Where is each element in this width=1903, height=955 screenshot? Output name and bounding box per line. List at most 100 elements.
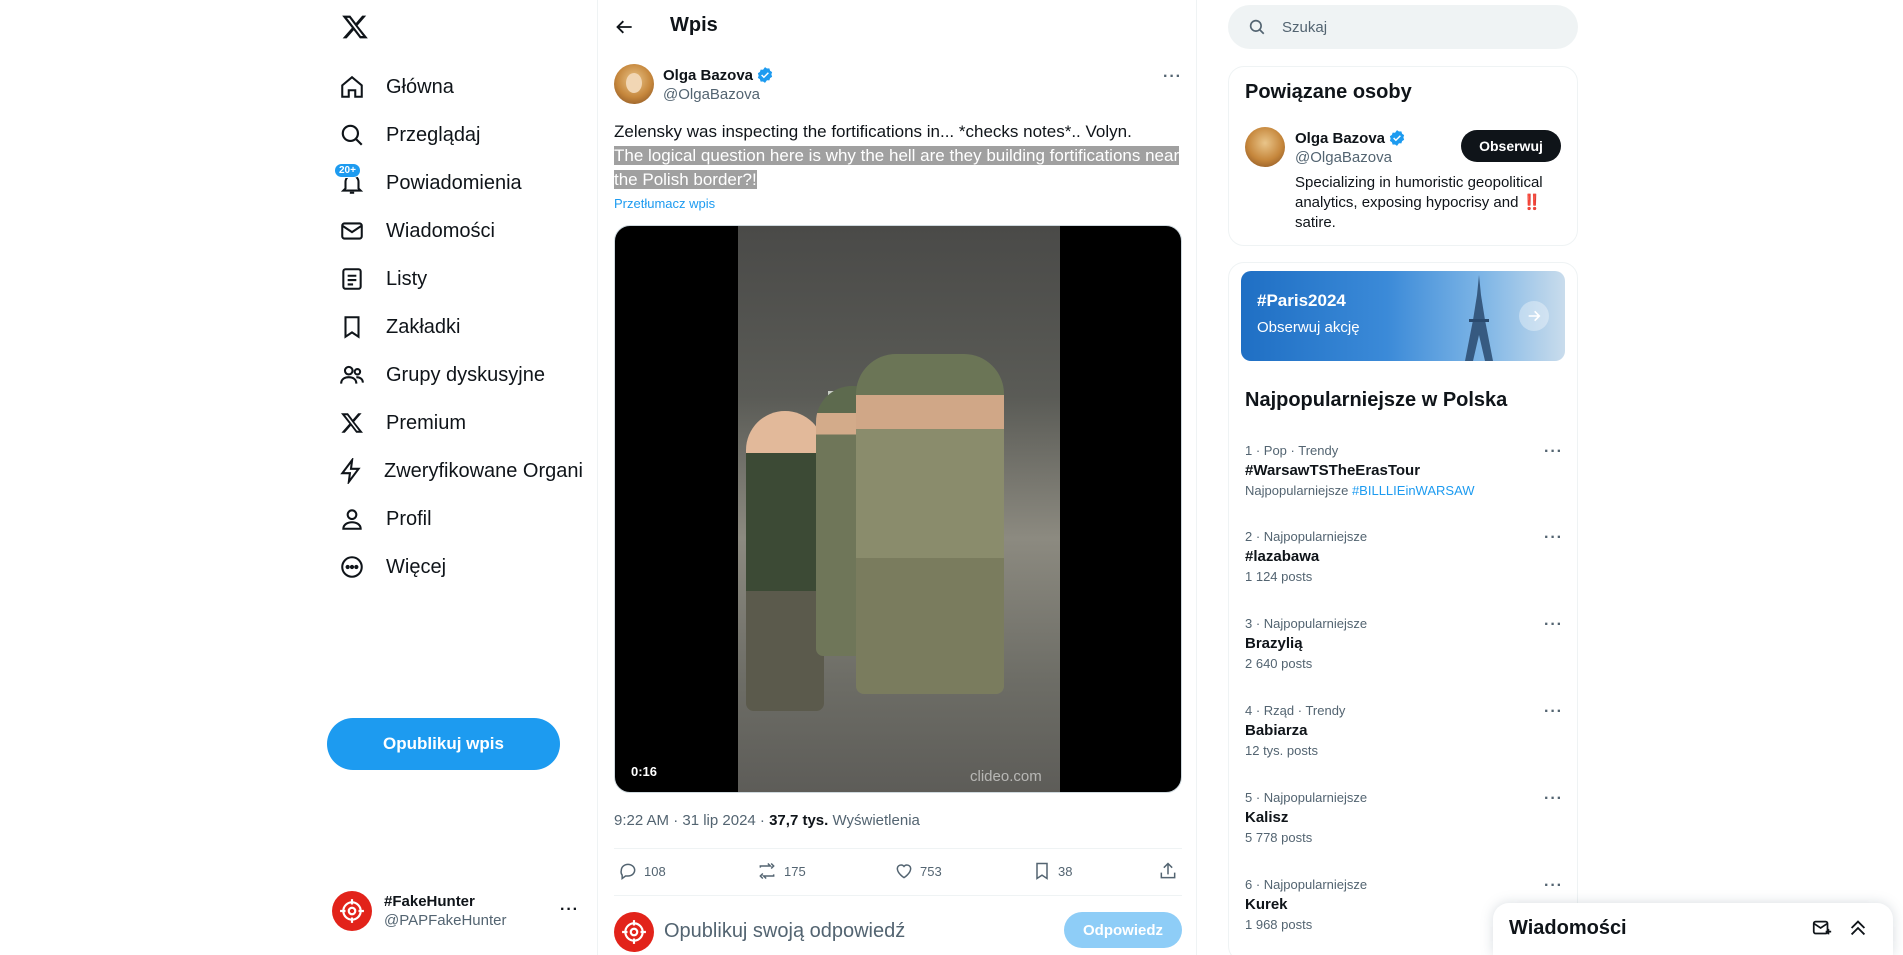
person-icon (338, 505, 366, 533)
nav-lists[interactable]: Listy (322, 254, 582, 304)
nav-notifications[interactable]: 20+ Powiadomienia (322, 158, 582, 208)
nav-bookmarks[interactable]: Zakładki (322, 302, 582, 352)
trend-count-label: Najpopularniejsze (1245, 483, 1352, 498)
follow-button[interactable]: Obserwuj (1461, 130, 1561, 162)
trend-count: Najpopularniejsze #BILLLIEinWARSAW (1245, 483, 1563, 498)
more-icon[interactable]: ··· (1544, 529, 1563, 547)
search-icon (338, 121, 366, 149)
page-header: Wpis (598, 0, 1196, 53)
promo-title: #Paris2024 (1257, 291, 1346, 310)
trend-meta: 3 · Najpopularniejsze (1245, 616, 1368, 631)
search-input[interactable]: Szukaj (1228, 5, 1578, 49)
trend-name: #lazabawa (1245, 548, 1320, 565)
tweet-text-highlighted: The logical question here is why the hel… (614, 146, 1180, 189)
related-name[interactable]: Olga Bazova (1295, 130, 1385, 147)
main-column: Wpis Olga Bazova @OlgaBazova ··· Zelensk… (597, 0, 1197, 955)
nav-profile[interactable]: Profil (322, 494, 582, 544)
nav-communities[interactable]: Grupy dyskusyjne (322, 350, 582, 400)
more-icon[interactable]: ··· (1544, 443, 1563, 461)
nav-label: Listy (386, 267, 428, 290)
x-logo-icon[interactable] (338, 10, 372, 44)
verified-badge-icon (757, 67, 773, 83)
reply-input[interactable]: Opublikuj swoją odpowiedź (664, 920, 905, 943)
share-button[interactable] (1158, 861, 1184, 881)
more-icon[interactable]: ··· (1544, 877, 1563, 895)
account-switcher[interactable]: #FakeHunter @PAPFakeHunter ··· (332, 887, 587, 935)
nav-premium[interactable]: Premium (322, 398, 582, 448)
trend-item[interactable]: 2 · Najpopularniejsze #lazabawa 1 124 po… (1245, 529, 1563, 584)
people-icon (338, 361, 366, 389)
more-icon[interactable]: ··· (1544, 616, 1563, 634)
related-name-row[interactable]: Olga Bazova (1295, 129, 1406, 147)
trend-count: 2 640 posts (1245, 656, 1313, 671)
bookmark-button[interactable]: 38 (1032, 861, 1072, 881)
trend-item[interactable]: 4 · Rząd · Trendy Babiarza 12 tys. posts… (1245, 703, 1563, 758)
avatar[interactable] (614, 64, 654, 104)
tweet-timestamp[interactable]: 9:22 AM · 31 lip 2024 · (614, 812, 769, 829)
nav-more[interactable]: Więcej (322, 542, 582, 592)
list-icon (338, 265, 366, 293)
trend-name: Babiarza (1245, 722, 1308, 739)
video-watermark: clideo.com (970, 768, 1042, 785)
nav-verified-orgs[interactable]: Zweryfikowane Organizacje (322, 446, 582, 496)
messages-drawer[interactable]: Wiadomości (1493, 903, 1893, 955)
post-button[interactable]: Opublikuj wpis (327, 718, 560, 770)
repost-button[interactable]: 175 (756, 861, 806, 881)
notification-badge: 20+ (334, 163, 361, 178)
repost-count: 175 (784, 863, 806, 879)
nav-explore[interactable]: Przeglądaj (322, 110, 582, 160)
more-icon[interactable]: ··· (560, 901, 579, 919)
arrow-right-icon[interactable] (1519, 301, 1549, 331)
trend-item[interactable]: 1 · Pop · Trendy #WarsawTSTheErasTour Na… (1245, 443, 1563, 498)
video-frame (738, 226, 1060, 792)
left-navigation: Główna Przeglądaj 20+ Powiadomienia Wiad… (322, 0, 597, 955)
nav-label: Premium (386, 411, 467, 434)
back-arrow-icon[interactable] (610, 12, 640, 42)
nav-home[interactable]: Główna (322, 62, 582, 112)
x-logo-icon (338, 409, 366, 437)
trend-name: Brazylią (1245, 635, 1303, 652)
translate-link[interactable]: Przetłumacz wpis (614, 196, 715, 211)
trend-meta: 4 · Rząd · Trendy (1245, 703, 1346, 718)
related-handle[interactable]: @OlgaBazova (1295, 149, 1392, 166)
new-message-icon[interactable] (1811, 917, 1833, 939)
like-count: 753 (920, 863, 942, 879)
repost-icon (759, 862, 775, 880)
nav-label: Przeglądaj (386, 123, 481, 146)
reply-button[interactable]: 108 (618, 861, 666, 881)
trend-hashtag-link[interactable]: #BILLLIEinWARSAW (1352, 483, 1475, 498)
like-button[interactable]: 753 (894, 861, 942, 881)
more-circle-icon (338, 553, 366, 581)
reply-submit-button[interactable]: Odpowiedz (1064, 912, 1182, 948)
more-icon[interactable]: ··· (1544, 703, 1563, 721)
tweet-author: Olga Bazova @OlgaBazova ··· (614, 64, 1182, 108)
page-title: Wpis (670, 14, 718, 36)
trend-item[interactable]: 3 · Najpopularniejsze Brazylią 2 640 pos… (1245, 616, 1563, 671)
trend-meta: 1 · Pop · Trendy (1245, 443, 1339, 458)
promo-banner[interactable]: #Paris2024 Obserwuj akcję (1241, 271, 1565, 361)
author-handle[interactable]: @OlgaBazova (663, 86, 760, 103)
video-person (856, 354, 1004, 694)
drawer-title: Wiadomości (1509, 917, 1627, 939)
avatar[interactable] (1245, 127, 1285, 167)
more-icon[interactable]: ··· (1544, 790, 1563, 808)
nav-messages[interactable]: Wiadomości (322, 206, 582, 256)
mail-icon (338, 217, 366, 245)
collapse-up-icon[interactable] (1847, 917, 1869, 939)
author-name[interactable]: Olga Bazova (663, 67, 753, 84)
trend-name: Kalisz (1245, 809, 1289, 826)
nav-label: Grupy dyskusyjne (386, 363, 545, 386)
video-player[interactable]: 0:16 clideo.com (614, 225, 1182, 793)
trend-item[interactable]: 5 · Najpopularniejsze Kalisz 5 778 posts… (1245, 790, 1563, 845)
right-sidebar: Szukaj Powiązane osoby Olga Bazova @Olga… (1228, 0, 1578, 955)
bell-icon: 20+ (334, 163, 366, 197)
trend-meta: 2 · Najpopularniejsze (1245, 529, 1368, 544)
related-bio: Specializing in humoristic geopolitical … (1295, 174, 1543, 231)
lightning-icon (338, 457, 364, 485)
nav-label: Wiadomości (386, 219, 495, 242)
tweet-actions: 108 175 753 38 (614, 848, 1182, 896)
avatar (614, 912, 654, 952)
search-icon (1249, 19, 1265, 35)
more-icon[interactable]: ··· (1163, 68, 1182, 86)
author-name-row[interactable]: Olga Bazova (663, 66, 774, 84)
